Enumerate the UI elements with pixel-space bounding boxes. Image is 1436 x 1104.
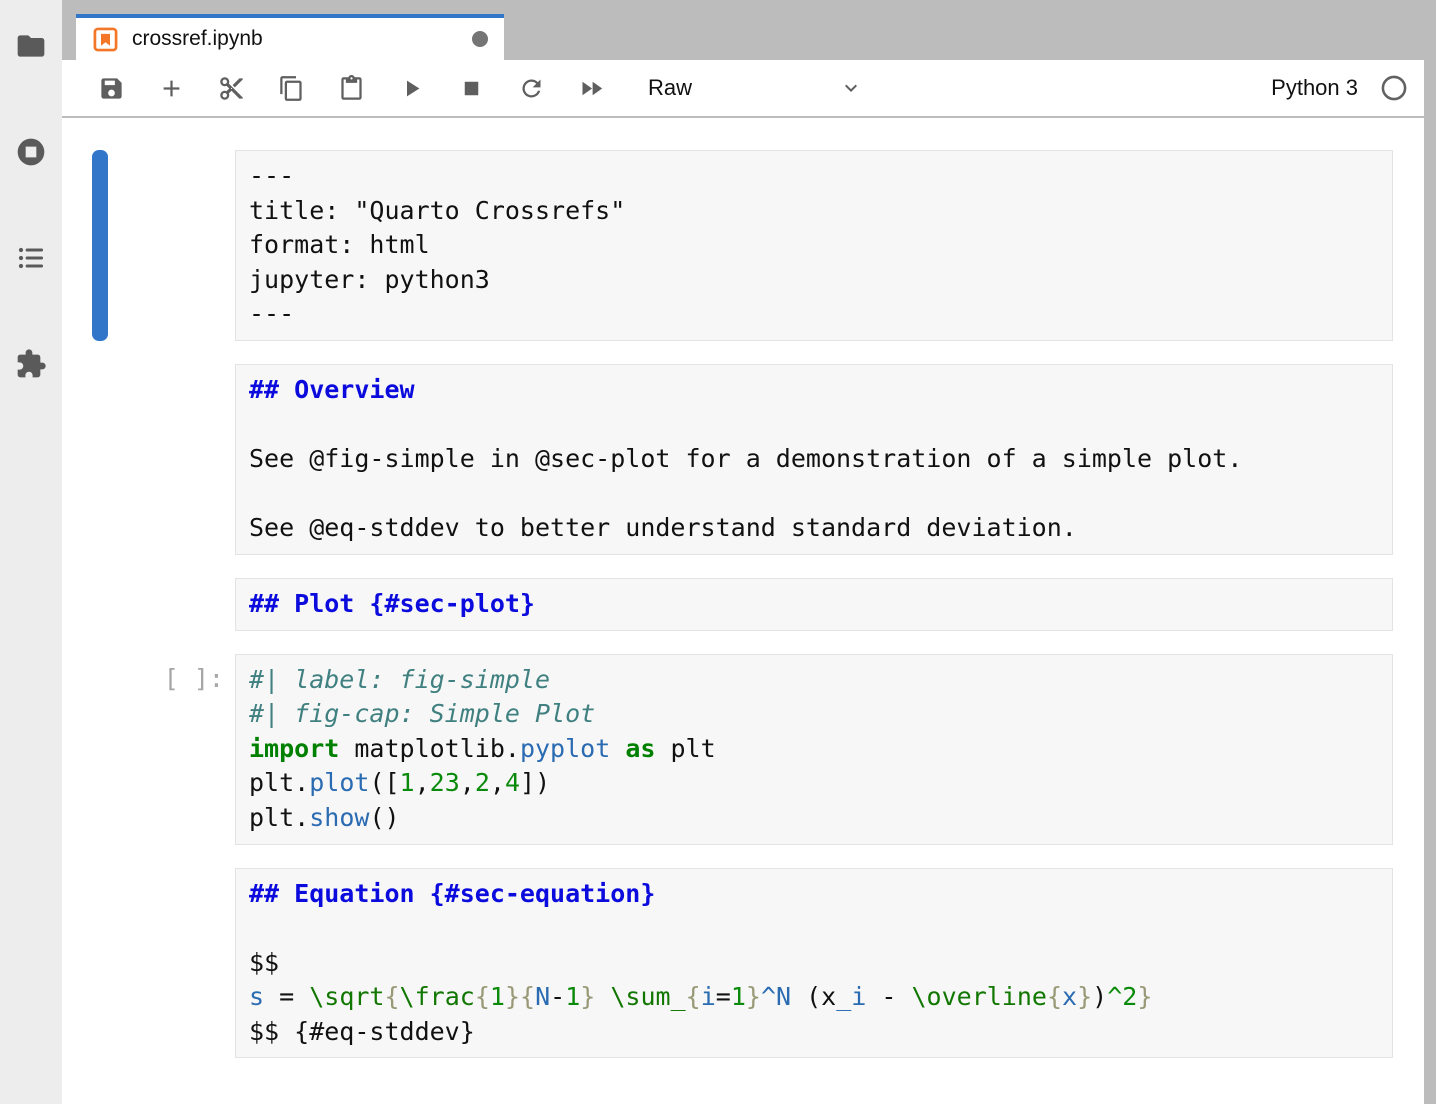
execution-prompt: [108, 578, 235, 631]
toolbar-buttons: [88, 65, 628, 111]
run-cell-button[interactable]: [388, 65, 434, 111]
notebook-panel: crossref.ipynb Raw Python 3 ---title: "Q…: [62, 0, 1424, 1104]
jupyterlab-window: crossref.ipynb Raw Python 3 ---title: "Q…: [0, 0, 1436, 1104]
code-line: plt.show(): [249, 801, 1379, 836]
copy-cell-button[interactable]: [268, 65, 314, 111]
kernel-name[interactable]: Python 3: [1271, 75, 1358, 101]
toc-icon: [15, 242, 47, 274]
code-line: #| label: fig-simple: [249, 663, 1379, 698]
kernel-status-icon[interactable]: [1380, 74, 1408, 102]
play-icon: [398, 75, 425, 102]
cell-collapser[interactable]: [92, 868, 108, 1059]
cell-type-dropdown[interactable]: Raw: [648, 75, 863, 101]
code-line: $$: [249, 946, 1379, 981]
execution-prompt: [108, 150, 235, 341]
code-line: s = \sqrt{\frac{1}{N-1} \sum_{i=1}^N (x_…: [249, 980, 1379, 1015]
cell-editor[interactable]: ---title: "Quarto Crossrefs"format: html…: [235, 150, 1393, 341]
code-line: plt.plot([1,23,2,4]): [249, 766, 1379, 801]
markdown-cell: ## Overview See @fig-simple in @sec-plot…: [92, 364, 1393, 555]
insert-cell-button[interactable]: [148, 65, 194, 111]
code-line: See @fig-simple in @sec-plot for a demon…: [249, 442, 1379, 477]
kernel-area: Python 3: [1271, 74, 1418, 102]
notebook-file-icon: [92, 26, 119, 53]
plus-icon: [158, 75, 185, 102]
code-line: ---: [249, 297, 1379, 332]
copy-icon: [278, 75, 305, 102]
code-line: [249, 911, 1379, 946]
cell-editor[interactable]: ## Overview See @fig-simple in @sec-plot…: [235, 364, 1393, 555]
markdown-cell: ## Equation {#sec-equation} $$s = \sqrt{…: [92, 868, 1393, 1059]
code-line: [249, 477, 1379, 512]
sidebar-item-file-browser[interactable]: [13, 28, 49, 64]
cell-collapser[interactable]: [92, 578, 108, 631]
save-icon: [98, 75, 125, 102]
cell-editor[interactable]: ## Equation {#sec-equation} $$s = \sqrt{…: [235, 868, 1393, 1059]
cell-editor[interactable]: #| label: fig-simple#| fig-cap: Simple P…: [235, 654, 1393, 845]
sidebar-item-table-of-contents[interactable]: [13, 240, 49, 276]
code-line: ---: [249, 159, 1379, 194]
code-line: ## Equation {#sec-equation}: [249, 877, 1379, 912]
running-icon: [15, 136, 47, 168]
code-line: ## Overview: [249, 373, 1379, 408]
code-line: jupyter: python3: [249, 263, 1379, 298]
cell-collapser[interactable]: [92, 364, 108, 555]
code-cell: [ ]:#| label: fig-simple#| fig-cap: Simp…: [92, 654, 1393, 845]
restart-icon: [518, 75, 545, 102]
cut-cell-button[interactable]: [208, 65, 254, 111]
left-activity-bar: [0, 0, 62, 1104]
folder-icon: [15, 30, 47, 62]
tab-crossref-ipynb[interactable]: crossref.ipynb: [76, 14, 504, 60]
right-edge-strip: [1424, 0, 1436, 1104]
sidebar-item-running-kernels[interactable]: [13, 134, 49, 170]
code-line: format: html: [249, 228, 1379, 263]
notebook-toolbar: Raw Python 3: [62, 60, 1424, 118]
paste-cell-button[interactable]: [328, 65, 374, 111]
puzzle-icon: [15, 348, 47, 380]
code-line: $$ {#eq-stddev}: [249, 1015, 1379, 1050]
code-line: title: "Quarto Crossrefs": [249, 194, 1379, 229]
clipboard-icon: [338, 75, 365, 102]
interrupt-kernel-button[interactable]: [448, 65, 494, 111]
code-line: #| fig-cap: Simple Plot: [249, 697, 1379, 732]
notebook-cells: ---title: "Quarto Crossrefs"format: html…: [62, 118, 1424, 1104]
restart-run-all-button[interactable]: [568, 65, 614, 111]
tab-title: crossref.ipynb: [132, 27, 263, 51]
restart-kernel-button[interactable]: [508, 65, 554, 111]
code-line: ## Plot {#sec-plot}: [249, 587, 1379, 622]
stop-icon: [458, 75, 485, 102]
cell-collapser[interactable]: [92, 654, 108, 845]
markdown-cell: ## Plot {#sec-plot}: [92, 578, 1393, 631]
active-cell-collapser[interactable]: [92, 150, 108, 341]
execution-prompt: [108, 364, 235, 555]
save-button[interactable]: [88, 65, 134, 111]
raw-cell: ---title: "Quarto Crossrefs"format: html…: [92, 150, 1393, 341]
fast-forward-icon: [578, 75, 605, 102]
cell-type-value: Raw: [648, 75, 692, 101]
execution-prompt: [ ]:: [108, 654, 235, 845]
chevron-down-icon: [839, 76, 863, 100]
tab-bar: crossref.ipynb: [62, 0, 1424, 60]
code-line: [249, 408, 1379, 443]
code-line: import matplotlib.pyplot as plt: [249, 732, 1379, 767]
unsaved-changes-indicator[interactable]: [472, 31, 488, 47]
execution-prompt: [108, 868, 235, 1059]
cell-editor[interactable]: ## Plot {#sec-plot}: [235, 578, 1393, 631]
code-line: See @eq-stddev to better understand stan…: [249, 511, 1379, 546]
scissors-icon: [218, 75, 245, 102]
sidebar-item-extensions[interactable]: [13, 346, 49, 382]
